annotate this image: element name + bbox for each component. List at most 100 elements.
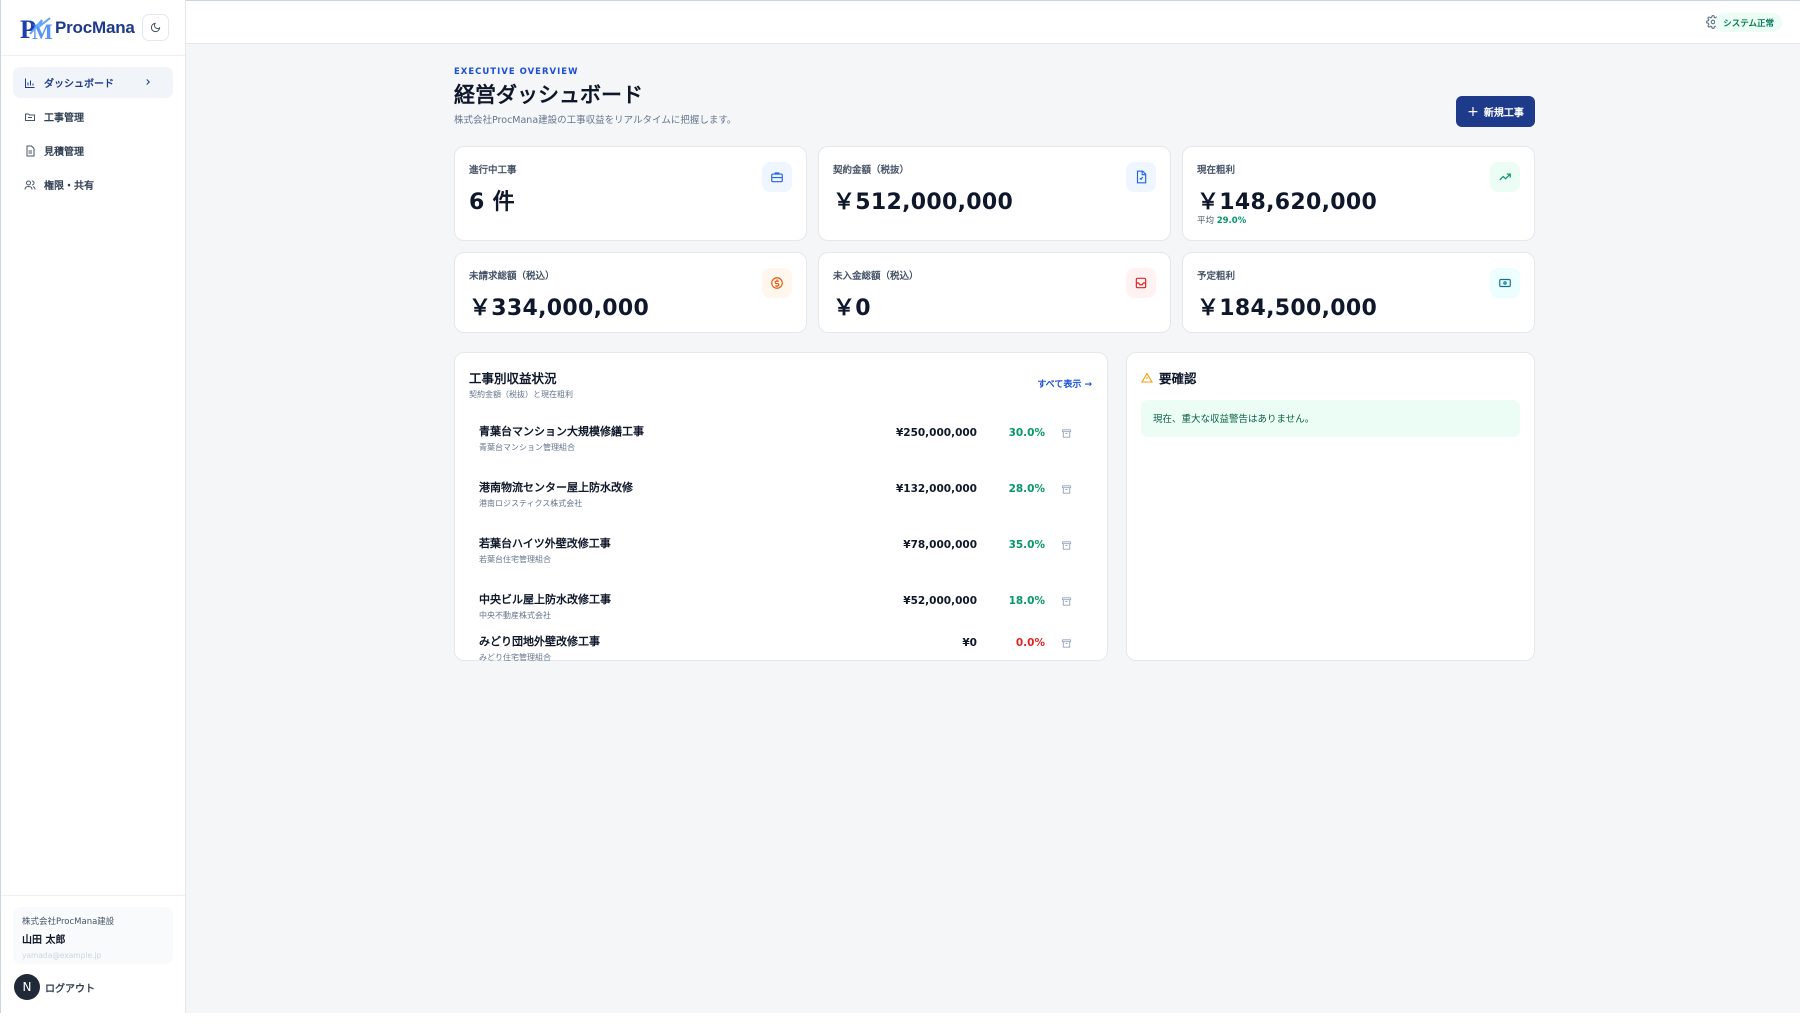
kpi-average-label: 平均 bbox=[1197, 216, 1215, 226]
sidebar-nav: ダッシュボード 工事管理 見積管理 権限・共有 bbox=[1, 56, 185, 214]
kpi-label: 契約金額（税抜） bbox=[833, 165, 910, 176]
table-row[interactable]: 中央ビル屋上防水改修工事 中央不動産株式会社 ¥52,000,000 18.0% bbox=[469, 583, 1093, 639]
project-client: 若葉台住宅管理組合 bbox=[479, 555, 551, 564]
avatar: N bbox=[14, 974, 40, 1000]
project-name: 若葉台ハイツ外壁改修工事 bbox=[479, 537, 611, 550]
new-project-button[interactable]: + 新規工事 bbox=[1456, 96, 1535, 127]
alerts-title-label: 要確認 bbox=[1159, 371, 1197, 386]
kpi-label: 未入金総額（税込） bbox=[833, 271, 919, 282]
bar-chart-icon bbox=[25, 78, 35, 88]
kpi-card-unbilled-total: 未請求総額（税込） ￥334,000,000 bbox=[454, 252, 807, 333]
user-email: yamada@example.jp bbox=[22, 951, 102, 960]
document-icon bbox=[26, 145, 35, 156]
kpi-value: ￥184,500,000 bbox=[1197, 296, 1378, 321]
kpi-card-active-projects: 進行中工事 6 件 bbox=[454, 146, 807, 241]
kpi-average: 平均 29.0% bbox=[1197, 214, 1246, 226]
sidebar-item-label: 工事管理 bbox=[44, 113, 84, 124]
sidebar: P M ProcMana ダッシュボード 工事管理 見積管理 権限・共有 株式会… bbox=[0, 0, 186, 1013]
status-badge: システム正常 bbox=[1715, 13, 1782, 32]
archive-icon[interactable] bbox=[1061, 638, 1072, 649]
sidebar-item-projects[interactable]: 工事管理 bbox=[13, 101, 173, 132]
kpi-average-value: 29.0% bbox=[1216, 216, 1247, 226]
panel-subtitle: 契約金額（税抜）と現在粗利 bbox=[469, 390, 573, 399]
archive-icon[interactable] bbox=[1061, 428, 1072, 439]
project-name: 港南物流センター屋上防水改修 bbox=[479, 481, 633, 494]
project-client: みどり住宅管理組合 bbox=[479, 653, 551, 662]
panel-title: 工事別収益状況 bbox=[469, 371, 557, 386]
alerts-title: 要確認 bbox=[1141, 368, 1197, 387]
table-row[interactable]: 若葉台ハイツ外壁改修工事 若葉台住宅管理組合 ¥78,000,000 35.0% bbox=[469, 527, 1093, 583]
archive-icon[interactable] bbox=[1061, 484, 1072, 495]
kpi-label: 進行中工事 bbox=[469, 165, 517, 176]
project-client: 中央不動産株式会社 bbox=[479, 611, 551, 620]
kpi-card-contract-amount: 契約金額（税抜） ￥512,000,000 bbox=[818, 146, 1171, 241]
kpi-card-planned-profit: 予定粗利 ￥184,500,000 bbox=[1182, 252, 1535, 333]
logout-button[interactable]: N ログアウト bbox=[13, 974, 173, 1000]
kpi-card-unpaid-total: 未入金総額（税込） ￥0 bbox=[818, 252, 1171, 333]
user-company: 株式会社ProcMana建設 bbox=[22, 917, 115, 927]
archive-icon[interactable] bbox=[1061, 596, 1072, 607]
main-content: EXECUTIVE OVERVIEW 経営ダッシュボード 株式会社ProcMan… bbox=[186, 44, 1800, 1013]
sidebar-item-estimates[interactable]: 見積管理 bbox=[13, 135, 173, 166]
kpi-value: ￥0 bbox=[833, 296, 871, 321]
alert-message: 現在、重大な収益警告はありません。 bbox=[1141, 400, 1520, 437]
archive-icon[interactable] bbox=[1061, 540, 1072, 551]
sidebar-footer: 株式会社ProcMana建設 山田 太郎 yamada@example.jp N… bbox=[1, 895, 185, 1011]
page-subtitle: 株式会社ProcMana建設の工事収益をリアルタイムに把握します。 bbox=[454, 115, 737, 126]
table-row[interactable]: みどり団地外壁改修工事 みどり住宅管理組合 ¥0 0.0% bbox=[469, 635, 1093, 662]
table-row[interactable]: 港南物流センター屋上防水改修 港南ロジスティクス株式会社 ¥132,000,00… bbox=[469, 471, 1093, 527]
kpi-card-current-profit: 現在粗利 ￥148,620,000 平均 29.0% bbox=[1182, 146, 1535, 241]
project-client: 青葉台マンション管理組合 bbox=[479, 443, 575, 452]
project-profit-rate: 35.0% bbox=[1008, 539, 1045, 551]
project-amount: ¥78,000,000 bbox=[903, 539, 977, 551]
sidebar-item-permissions[interactable]: 権限・共有 bbox=[13, 169, 173, 200]
bottom-strip bbox=[0, 1013, 1800, 1031]
kpi-value: 6 件 bbox=[469, 190, 515, 215]
table-row[interactable]: 青葉台マンション大規模修繕工事 青葉台マンション管理組合 ¥250,000,00… bbox=[469, 415, 1093, 471]
project-profit-rate: 30.0% bbox=[1008, 427, 1045, 439]
user-name: 山田 太郎 bbox=[22, 935, 66, 946]
project-profit-rate: 28.0% bbox=[1008, 483, 1045, 495]
user-card: 株式会社ProcMana建設 山田 太郎 yamada@example.jp bbox=[13, 907, 173, 964]
brand[interactable]: P M ProcMana bbox=[1, 0, 185, 56]
theme-toggle-button[interactable] bbox=[141, 14, 169, 41]
kpi-label: 未請求総額（税込） bbox=[469, 271, 555, 282]
sidebar-item-label: 見積管理 bbox=[44, 147, 84, 158]
sidebar-item-dashboard[interactable]: ダッシュボード bbox=[13, 67, 173, 98]
brand-name: ProcMana bbox=[55, 17, 135, 37]
page-title: 経営ダッシュボード bbox=[454, 83, 643, 107]
project-profit-rate: 0.0% bbox=[1015, 637, 1045, 649]
topbar: システム正常 bbox=[186, 0, 1800, 44]
briefcase-icon bbox=[762, 162, 792, 192]
moon-icon bbox=[150, 22, 160, 33]
inbox-icon bbox=[1126, 268, 1156, 298]
project-name: 中央ビル屋上防水改修工事 bbox=[479, 593, 611, 606]
project-amount: ¥52,000,000 bbox=[903, 595, 977, 607]
warning-icon bbox=[1141, 371, 1153, 383]
project-amount: ¥250,000,000 bbox=[895, 427, 977, 439]
banknote-icon bbox=[1490, 268, 1520, 298]
new-project-label: 新規工事 bbox=[1483, 108, 1524, 119]
sidebar-item-label: ダッシュボード bbox=[44, 79, 114, 90]
alerts-panel: 要確認 現在、重大な収益警告はありません。 bbox=[1126, 352, 1535, 661]
sidebar-item-label: 権限・共有 bbox=[44, 181, 94, 192]
project-amount: ¥132,000,000 bbox=[895, 483, 977, 495]
page-eyebrow: EXECUTIVE OVERVIEW bbox=[454, 67, 579, 77]
chevron-right-icon bbox=[146, 79, 150, 85]
folder-icon bbox=[25, 113, 35, 121]
kpi-label: 現在粗利 bbox=[1197, 165, 1236, 176]
project-profit-rate: 18.0% bbox=[1008, 595, 1045, 607]
logout-label: ログアウト bbox=[45, 983, 95, 995]
project-amount: ¥0 bbox=[962, 637, 977, 649]
logo-icon: P M bbox=[20, 14, 54, 44]
svg-text:M: M bbox=[32, 19, 53, 42]
trending-up-icon bbox=[1490, 162, 1520, 192]
plus-icon: + bbox=[1467, 103, 1479, 120]
project-name: みどり団地外壁改修工事 bbox=[479, 635, 600, 648]
kpi-value: ￥512,000,000 bbox=[833, 190, 1014, 215]
file-icon bbox=[1126, 162, 1156, 192]
view-all-link[interactable]: すべて表示 → bbox=[1037, 377, 1092, 390]
kpi-value: ￥334,000,000 bbox=[469, 296, 650, 321]
coin-icon bbox=[762, 268, 792, 298]
project-name: 青葉台マンション大規模修繕工事 bbox=[479, 425, 644, 438]
